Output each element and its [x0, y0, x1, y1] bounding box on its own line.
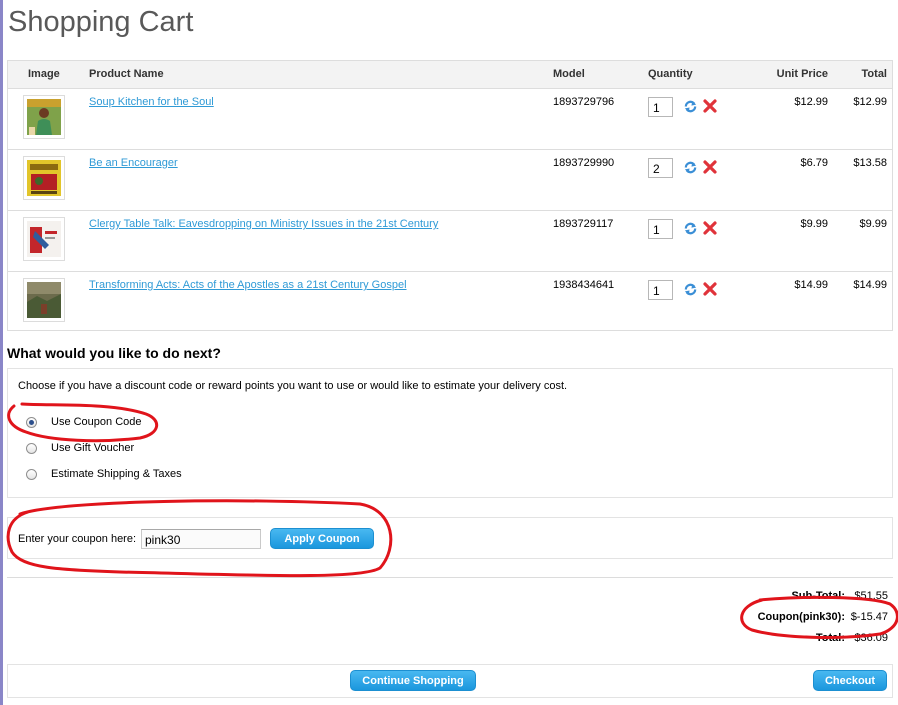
line-total: $12.99 [853, 96, 887, 108]
header-quantity: Quantity [648, 68, 693, 80]
book-cover-image [27, 221, 61, 257]
line-total: $9.99 [859, 218, 887, 230]
table-row: Soup Kitchen for the Soul 1893729796 $12… [8, 89, 892, 150]
refresh-icon[interactable] [683, 221, 698, 236]
product-thumbnail[interactable] [23, 278, 65, 322]
left-accent-bar [0, 0, 3, 705]
remove-icon[interactable] [703, 282, 717, 296]
book-cover-image [27, 282, 61, 318]
quantity-input[interactable] [648, 280, 673, 300]
next-steps-heading: What would you like to do next? [7, 345, 221, 361]
gift-voucher-radio[interactable] [26, 443, 37, 454]
quantity-input[interactable] [648, 97, 673, 117]
product-model: 1893729117 [553, 218, 614, 230]
continue-shopping-button[interactable]: Continue Shopping [350, 670, 476, 691]
remove-icon[interactable] [703, 160, 717, 174]
shipping-radio[interactable] [26, 469, 37, 480]
refresh-icon[interactable] [683, 99, 698, 114]
product-link[interactable]: Be an Encourager [89, 157, 178, 169]
option-label: Estimate Shipping & Taxes [51, 468, 182, 480]
header-product-name: Product Name [89, 68, 164, 80]
product-thumbnail[interactable] [23, 217, 65, 261]
page-title: Shopping Cart [8, 6, 194, 38]
options-description: Choose if you have a discount code or re… [18, 380, 568, 392]
product-link[interactable]: Soup Kitchen for the Soul [89, 96, 214, 108]
cart-buttons: Continue Shopping Checkout [7, 664, 893, 698]
total-label: Total: [815, 632, 845, 644]
coupon-discount-label: Coupon(pink30): [757, 611, 845, 623]
coupon-radio[interactable] [26, 417, 37, 428]
option-label: Use Gift Voucher [51, 442, 135, 454]
coupon-input[interactable] [141, 529, 261, 549]
product-thumbnail[interactable] [23, 156, 65, 200]
header-unit-price: Unit Price [776, 68, 828, 80]
book-cover-image [27, 160, 61, 196]
coupon-discount-value: $-15.47 [850, 611, 888, 623]
header-image: Image [28, 68, 60, 80]
line-total: $14.99 [853, 279, 887, 291]
book-cover-image [27, 99, 61, 135]
table-row: Transforming Acts: Acts of the Apostles … [8, 272, 892, 332]
subtotal-label: Sub-Total: [791, 590, 845, 602]
coupon-label: Enter your coupon here: [18, 533, 137, 545]
product-model: 1893729796 [553, 96, 615, 108]
apply-coupon-button[interactable]: Apply Coupon [270, 528, 374, 549]
subtotal-value: $51.55 [854, 590, 888, 602]
header-model: Model [553, 68, 585, 80]
cart-table-header: Image Product Name Model Quantity Unit P… [8, 61, 892, 89]
refresh-icon[interactable] [683, 160, 698, 175]
unit-price: $14.99 [794, 279, 828, 291]
unit-price: $9.99 [800, 218, 828, 230]
cart-table: Image Product Name Model Quantity Unit P… [7, 60, 893, 331]
option-label: Use Coupon Code [51, 416, 142, 428]
next-steps-options: Choose if you have a discount code or re… [7, 368, 893, 498]
coupon-panel: Enter your coupon here: Apply Coupon [7, 517, 893, 559]
total-value: $36.09 [854, 632, 888, 644]
product-model: 1938434641 [553, 279, 615, 291]
product-model: 1893729990 [553, 157, 615, 169]
unit-price: $12.99 [794, 96, 828, 108]
remove-icon[interactable] [703, 221, 717, 235]
product-thumbnail[interactable] [23, 95, 65, 139]
unit-price: $6.79 [800, 157, 828, 169]
line-total: $13.58 [853, 157, 887, 169]
table-row: Clergy Table Talk: Eavesdropping on Mini… [8, 211, 892, 272]
table-row: Be an Encourager 1893729990 $6.79 $13.58 [8, 150, 892, 211]
divider [7, 577, 893, 578]
header-total: Total [861, 68, 887, 80]
product-link[interactable]: Transforming Acts: Acts of the Apostles … [89, 279, 407, 291]
remove-icon[interactable] [703, 99, 717, 113]
refresh-icon[interactable] [683, 282, 698, 297]
product-link[interactable]: Clergy Table Talk: Eavesdropping on Mini… [89, 218, 438, 230]
checkout-button[interactable]: Checkout [813, 670, 887, 691]
quantity-input[interactable] [648, 219, 673, 239]
quantity-input[interactable] [648, 158, 673, 178]
